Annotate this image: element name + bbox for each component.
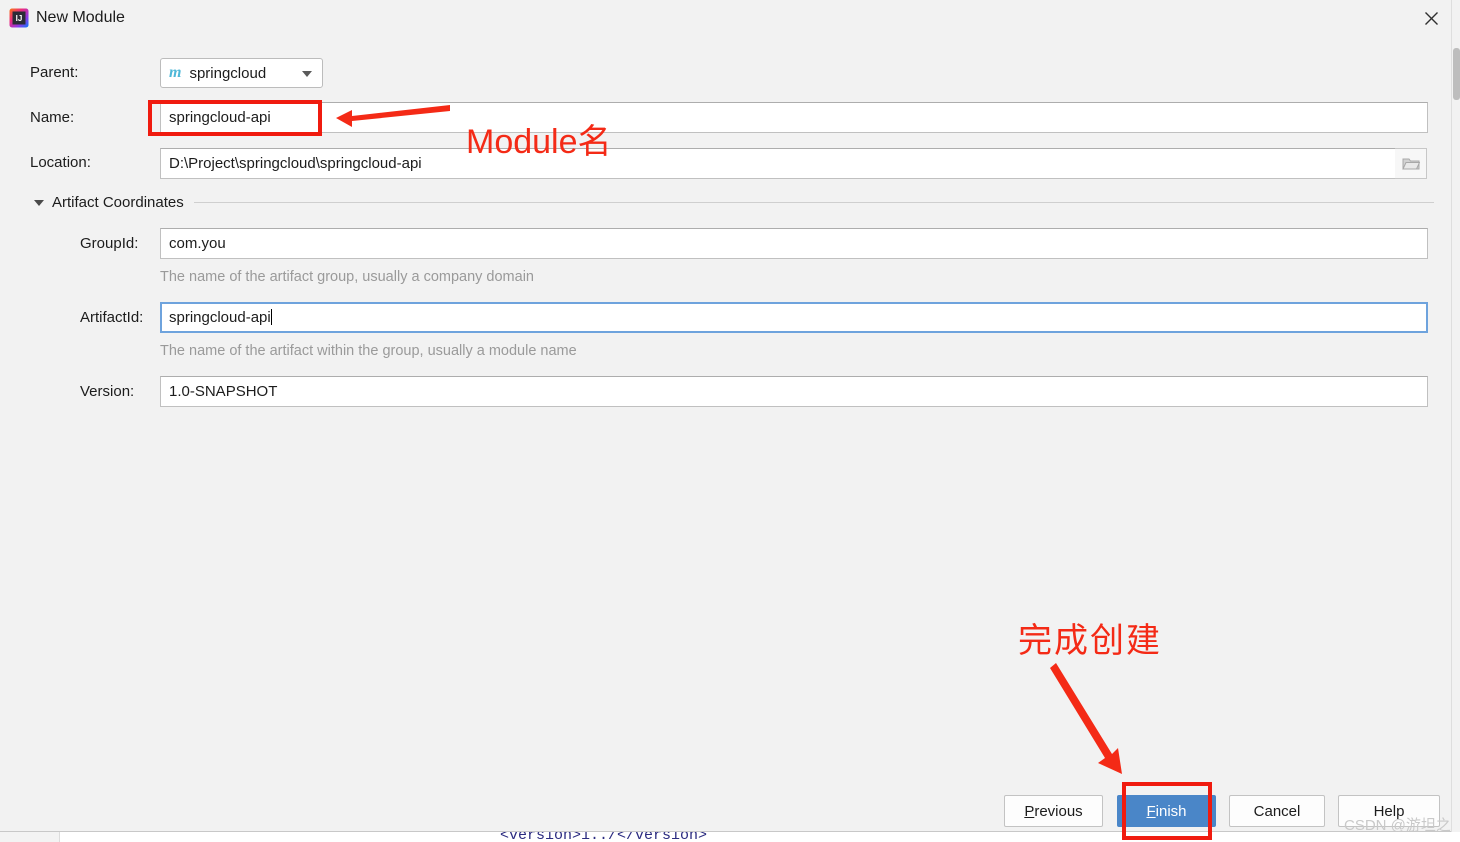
group-id-label: GroupId: (80, 235, 139, 252)
help-button[interactable]: Help (1338, 795, 1440, 827)
parent-dropdown[interactable]: m springcloud (160, 58, 323, 88)
background-editor-strip: <version>1../</version> (0, 832, 1460, 842)
folder-icon[interactable] (1395, 148, 1427, 179)
close-icon[interactable] (1414, 4, 1448, 32)
artifact-coordinates-title: Artifact Coordinates (52, 194, 184, 211)
parent-value: springcloud (189, 64, 267, 82)
scrollbar-thumb[interactable] (1453, 48, 1460, 100)
new-module-dialog: IJ New Module Parent: m springcloud Name… (0, 0, 1460, 832)
finish-button-mnemonic: F (1146, 802, 1156, 820)
editor-gutter (0, 832, 60, 842)
previous-button-label-rest: revious (1034, 802, 1083, 820)
version-input-value: 1.0-SNAPSHOT (169, 383, 278, 400)
svg-text:IJ: IJ (16, 14, 23, 23)
location-label: Location: (30, 154, 91, 171)
cancel-button[interactable]: Cancel (1229, 795, 1325, 827)
version-label: Version: (80, 383, 135, 400)
name-input[interactable]: springcloud-api (160, 102, 1428, 133)
triangle-down-icon (34, 199, 44, 206)
vertical-scrollbar[interactable] (1451, 0, 1460, 832)
dialog-title: New Module (36, 9, 125, 26)
name-input-value: springcloud-api (169, 109, 271, 126)
previous-button[interactable]: Previous (1004, 795, 1103, 827)
section-divider (193, 202, 1434, 203)
artifact-coordinates-header[interactable]: Artifact Coordinates (34, 194, 1434, 211)
group-id-input-value: com.you (169, 235, 226, 252)
group-id-input[interactable]: com.you (160, 228, 1428, 259)
location-input-value: D:\Project\springcloud\springcloud-api (169, 155, 422, 172)
artifact-id-input-value: springcloud-api (169, 309, 271, 326)
intellij-idea-icon: IJ (9, 8, 29, 28)
location-input[interactable]: D:\Project\springcloud\springcloud-api (160, 148, 1396, 179)
cancel-button-label: Cancel (1253, 802, 1301, 820)
artifact-id-label: ArtifactId: (80, 309, 144, 326)
finish-button[interactable]: Finish (1117, 795, 1216, 827)
previous-button-mnemonic: P (1024, 802, 1035, 820)
artifact-id-input[interactable]: springcloud-api (160, 302, 1428, 333)
text-caret (270, 309, 272, 325)
parent-label: Parent: (30, 64, 79, 81)
background-code-line: <version>1../</version> (500, 832, 708, 842)
finish-button-label-rest: inish (1155, 802, 1187, 820)
name-label: Name: (30, 109, 75, 126)
chevron-down-icon (302, 71, 312, 77)
dialog-titlebar: IJ New Module (0, 0, 1460, 36)
artifact-id-hint: The name of the artifact within the grou… (160, 343, 577, 359)
help-button-label: Help (1373, 802, 1405, 820)
group-id-hint: The name of the artifact group, usually … (160, 269, 534, 285)
version-input[interactable]: 1.0-SNAPSHOT (160, 376, 1428, 407)
maven-module-icon: m (169, 64, 182, 81)
